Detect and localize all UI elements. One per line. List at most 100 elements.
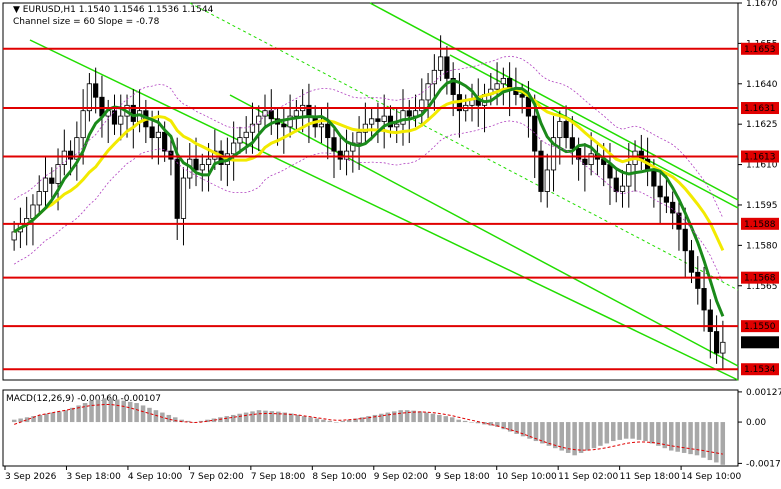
level-label: 1.1588 <box>744 220 776 230</box>
macd-histogram-bar <box>11 419 17 423</box>
current-price-label: 1.1544 <box>744 338 776 348</box>
time-tick-label: 7 Sep 18:00 <box>251 472 306 482</box>
price-tick-label: 1.1640 <box>746 80 778 90</box>
level-label: 1.1631 <box>744 104 776 114</box>
macd-histogram-bar <box>617 422 622 440</box>
candle-body <box>544 169 550 192</box>
macd-histogram-bar <box>295 414 300 423</box>
candle-body <box>93 83 99 98</box>
macd-histogram-bar <box>430 413 436 423</box>
macd-histogram-bar <box>611 422 616 442</box>
macd-histogram-bar <box>379 413 384 423</box>
macd-histogram-bar <box>417 411 423 423</box>
candle-body <box>243 131 249 139</box>
level-label: 1.1534 <box>744 365 776 375</box>
candle-body <box>532 115 538 152</box>
candle-body <box>343 150 350 160</box>
candle-body <box>569 137 575 149</box>
macd-histogram-bar <box>385 412 391 423</box>
candle-body <box>61 150 67 165</box>
macd-histogram-bar <box>623 422 629 439</box>
candle-body <box>670 201 676 214</box>
macd-histogram-bar <box>372 414 378 423</box>
candle-body <box>657 185 663 198</box>
candle-body <box>400 110 406 125</box>
macd-histogram-bar <box>269 411 275 423</box>
candle-body <box>281 123 287 128</box>
candle-body <box>619 185 626 192</box>
candle-body <box>199 164 205 171</box>
candle-body <box>444 56 450 79</box>
macd-histogram-bar <box>424 412 429 423</box>
macd-histogram-bar <box>301 416 307 423</box>
candle-body <box>375 118 381 122</box>
candle-body <box>688 250 695 273</box>
candle-body <box>369 118 375 125</box>
level-label: 1.1613 <box>744 152 776 162</box>
candle-body <box>205 158 212 165</box>
macd-histogram-bar <box>115 399 120 423</box>
macd-histogram-bar <box>443 416 449 423</box>
macd-histogram-bar <box>701 422 706 458</box>
macd-histogram-bar <box>604 422 610 444</box>
macd-histogram-bar <box>89 400 94 423</box>
macd-histogram-bar <box>95 399 101 423</box>
time-tick-label: 11 Sep 18:00 <box>620 472 680 482</box>
macd-histogram-bar <box>392 411 397 423</box>
macd-histogram-bar <box>630 422 635 439</box>
time-tick-label: 4 Sep 10:00 <box>128 472 183 482</box>
candle-body <box>701 288 707 311</box>
candle-body <box>438 56 444 71</box>
candle-body <box>638 150 644 160</box>
candle-body <box>663 196 670 203</box>
candle-body <box>42 177 49 192</box>
macd-histogram-bar <box>50 412 56 423</box>
candle-body <box>231 142 237 155</box>
macd-histogram-bar <box>230 414 236 423</box>
macd-histogram-bar <box>334 422 339 423</box>
time-tick-label: 11 Sep 02:00 <box>558 472 618 482</box>
macd-histogram-bar <box>404 410 410 423</box>
macd-histogram-bar <box>69 407 75 423</box>
macd-histogram-bar <box>243 412 249 423</box>
macd-tick-label: 0.00127 <box>746 388 781 398</box>
candle-body <box>256 115 262 125</box>
macd-histogram-bar <box>572 422 577 456</box>
time-tick-label: 7 Sep 02:00 <box>189 472 244 482</box>
candle-body <box>268 110 274 120</box>
channel-right-upper-line <box>449 54 739 209</box>
macd-histogram-bar <box>44 413 49 423</box>
price-tick-label: 1.1595 <box>746 201 778 211</box>
candle-body <box>180 177 187 219</box>
level-label: 1.1550 <box>744 322 776 332</box>
macd-histogram-bar <box>224 416 230 423</box>
macd-histogram-bar <box>140 405 146 423</box>
candle-body <box>563 121 569 139</box>
macd-histogram-bar <box>24 417 30 423</box>
candle-body <box>695 271 701 289</box>
price-panel-frame <box>2 2 739 381</box>
macd-histogram-bar <box>327 420 333 423</box>
macd-histogram-bar <box>714 422 719 463</box>
macd-histogram-bar <box>643 422 648 442</box>
candle-body <box>720 341 726 354</box>
macd-histogram-bar <box>108 398 114 423</box>
macd-histogram-bar <box>276 411 281 423</box>
macd-histogram-bar <box>707 422 713 461</box>
price-chart[interactable]: 1.16701.16551.16401.16251.16101.15951.15… <box>0 0 781 489</box>
macd-histogram-bar <box>340 420 345 423</box>
candle-body <box>676 212 682 230</box>
candle-body <box>519 94 525 98</box>
macd-tick-label: 0.00 <box>746 418 766 428</box>
macd-histogram-bar <box>18 418 23 423</box>
macd-histogram-bar <box>469 422 474 423</box>
macd-histogram-bar <box>127 401 133 423</box>
price-tick-label: 1.1670 <box>746 0 778 9</box>
candle-body <box>149 126 155 139</box>
macd-histogram-bar <box>720 422 726 465</box>
candle-body <box>707 309 713 332</box>
time-tick-label: 9 Sep 02:00 <box>374 472 429 482</box>
candle-body <box>193 158 199 171</box>
macd-histogram-bar <box>256 410 262 423</box>
macd-histogram-bar <box>578 422 584 453</box>
